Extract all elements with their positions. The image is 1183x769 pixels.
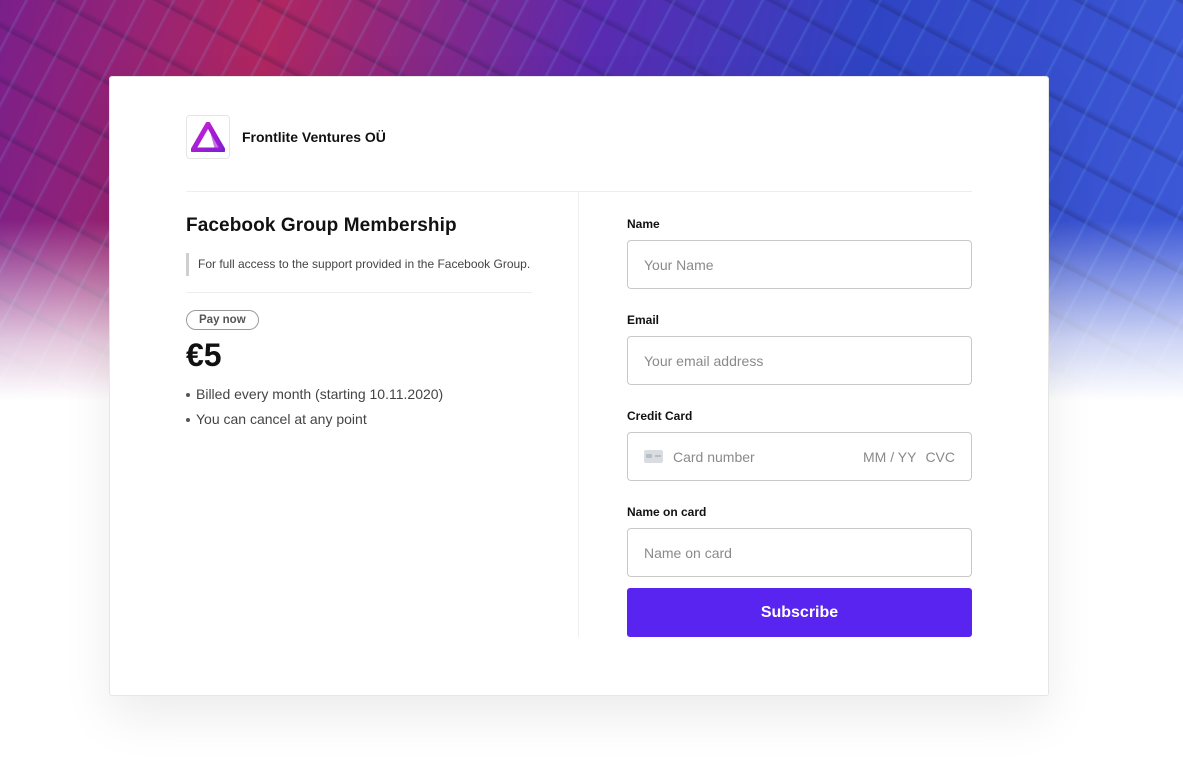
merchant-header: Frontlite Ventures OÜ (186, 115, 386, 159)
merchant-name: Frontlite Ventures OÜ (242, 129, 386, 145)
name-field-group: Name (627, 217, 972, 289)
triangle-logo-icon (186, 115, 230, 159)
payment-form: Name Email Credit Card Card number MM / … (627, 217, 972, 601)
bullet-icon (186, 392, 190, 397)
product-title: Facebook Group Membership (186, 215, 457, 236)
email-field-group: Email (627, 313, 972, 385)
credit-card-input[interactable]: Card number MM / YY CVC (627, 432, 972, 481)
name-input[interactable] (627, 240, 972, 289)
cancel-note: You can cancel at any point (196, 411, 367, 427)
list-item: Billed every month (starting 10.11.2020) (186, 382, 532, 407)
card-cvc-input[interactable]: CVC (925, 449, 955, 465)
price: €5 (186, 337, 222, 373)
list-item: You can cancel at any point (186, 407, 532, 432)
credit-card-label: Credit Card (627, 409, 693, 423)
credit-card-icon (644, 450, 663, 463)
credit-card-field-group: Credit Card Card number MM / YY CVC (627, 409, 972, 481)
billing-details: Billed every month (starting 10.11.2020)… (186, 382, 532, 432)
subscribe-button[interactable]: Subscribe (627, 588, 972, 637)
name-label: Name (627, 217, 660, 231)
product-description: For full access to the support provided … (186, 253, 532, 276)
header-divider (186, 191, 972, 192)
product-summary: Facebook Group Membership For full acces… (186, 215, 532, 432)
checkout-card: Frontlite Ventures OÜ Facebook Group Mem… (109, 76, 1049, 696)
billing-note: Billed every month (starting 10.11.2020) (196, 386, 444, 402)
column-divider (578, 191, 579, 637)
email-input[interactable] (627, 336, 972, 385)
bullet-icon (186, 417, 190, 422)
summary-divider (186, 292, 532, 293)
name-on-card-field-group: Name on card (627, 505, 972, 577)
pay-now-badge: Pay now (186, 310, 259, 330)
name-on-card-input[interactable] (627, 528, 972, 577)
name-on-card-label: Name on card (627, 505, 707, 519)
card-expiry-input[interactable]: MM / YY (863, 449, 916, 465)
email-label: Email (627, 313, 660, 327)
card-number-input[interactable]: Card number (673, 449, 863, 465)
